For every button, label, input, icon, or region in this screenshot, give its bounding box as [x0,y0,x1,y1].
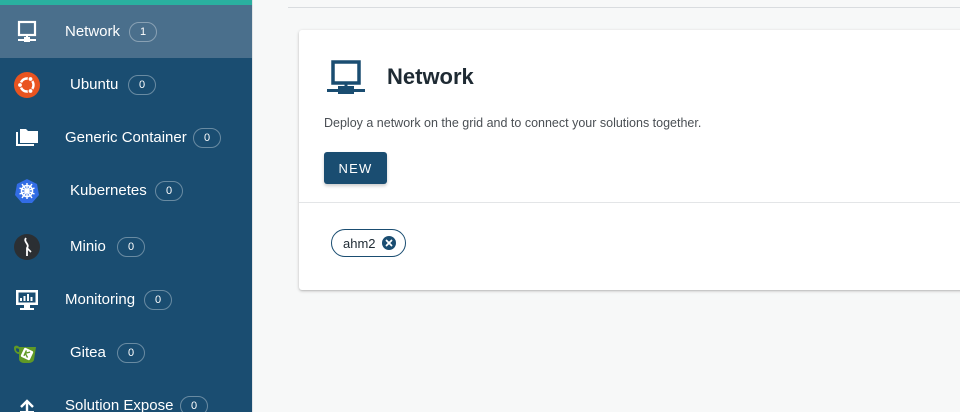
page-title: Network [387,64,474,89]
sidebar-item-label: Ubuntu [70,76,119,93]
monitor-network-icon [325,58,367,98]
sidebar-item-label: Minio [70,238,106,255]
chip-label: ahm2 [343,235,376,251]
monitoring-icon [13,286,41,314]
new-button[interactable]: NEW [324,152,387,184]
sidebar-item-generic-container[interactable]: Generic Container 0 [0,111,252,164]
sidebar-item-count: 0 [144,289,172,310]
gitea-icon [13,339,41,367]
ubuntu-icon [13,71,41,99]
sidebar-item-count: 0 [117,236,145,257]
sidebar-item-ubuntu[interactable]: Ubuntu 0 [0,58,252,111]
network-card: Network Deploy a network on the grid and… [299,30,960,290]
sidebar-item-label: Monitoring [65,291,136,308]
monitor-network-icon [13,18,41,46]
minio-icon [13,233,41,261]
sidebar-item-gitea[interactable]: Gitea 0 [0,326,252,379]
sidebar-item-label: Solution Expose [65,397,174,412]
page-description: Deploy a network on the grid and to conn… [324,116,702,130]
sidebar-item-count: 0 [180,395,208,412]
upload-icon [13,392,41,412]
sidebar-item-solution-expose[interactable]: Solution Expose 0 [0,379,252,412]
sidebar-item-label: Network [65,23,121,40]
sidebar-item-kubernetes[interactable]: Kubernetes 0 [0,164,252,217]
sidebar-item-count: 0 [128,74,156,95]
card-divider [299,202,960,203]
sidebar-item-minio[interactable]: Minio 0 [0,220,252,273]
sidebar-divider [252,0,253,412]
network-chip[interactable]: ahm2 [331,229,406,257]
kubernetes-icon [13,177,41,205]
sidebar: Network 1 Ubuntu 0 Generic Container 0 K… [0,0,252,412]
sidebar-item-monitoring[interactable]: Monitoring 0 [0,273,252,326]
top-divider [288,7,960,8]
sidebar-item-network[interactable]: Network 1 [0,5,252,58]
sidebar-item-count: 0 [193,127,221,148]
sidebar-item-label: Gitea [70,344,106,361]
sidebar-item-label: Kubernetes [70,182,147,199]
folders-icon [13,124,41,152]
sidebar-item-label: Generic Container [65,129,187,146]
sidebar-item-count: 1 [129,21,157,42]
sidebar-item-count: 0 [155,180,183,201]
close-icon[interactable] [381,236,396,250]
sidebar-item-count: 0 [117,342,145,363]
